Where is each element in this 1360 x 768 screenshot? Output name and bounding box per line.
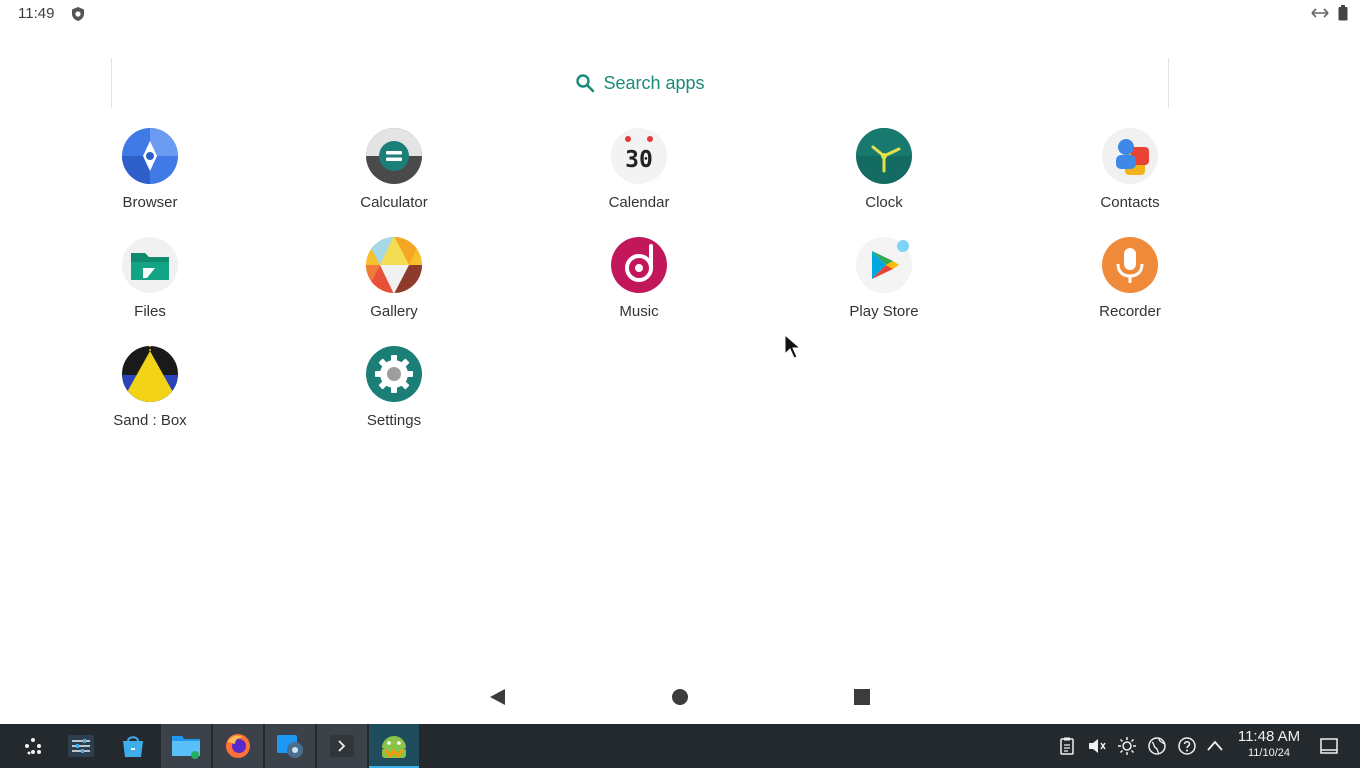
home-icon[interactable]	[671, 688, 689, 706]
volume-icon[interactable]	[1087, 736, 1107, 756]
file-manager-icon	[172, 736, 200, 759]
settings-icon	[366, 346, 422, 402]
clipboard-icon[interactable]	[1057, 736, 1077, 756]
search-icon	[576, 74, 595, 93]
firefox-icon	[226, 734, 250, 758]
app-label: Contacts	[1100, 194, 1160, 211]
discover-store-button[interactable]	[108, 724, 158, 768]
music-icon	[611, 237, 667, 293]
system-config-icon	[277, 735, 303, 758]
app-label: Files	[134, 303, 166, 320]
discover-store-icon	[123, 736, 143, 757]
app-contacts[interactable]: Contacts	[1055, 127, 1205, 211]
gallery-icon	[366, 237, 422, 293]
taskbar-clock[interactable]: 11:48 AM 11/10/24	[1230, 728, 1308, 760]
battery-icon	[1338, 5, 1348, 21]
search-label: Search apps	[603, 72, 705, 93]
shield-icon	[72, 7, 84, 21]
launcher-button[interactable]	[8, 724, 58, 768]
clock-time: 11:48 AM	[1237, 728, 1301, 745]
search-apps-bar[interactable]: Search apps	[111, 58, 1169, 108]
play-store-icon	[856, 237, 912, 293]
app-label: Calculator	[360, 194, 428, 211]
taskbar: 11:48 AM 11/10/24	[0, 724, 1360, 768]
mouse-pointer-icon	[784, 334, 802, 359]
app-label: Recorder	[1099, 303, 1161, 320]
calendar-day: 30	[625, 147, 653, 173]
files-icon	[122, 237, 178, 293]
app-label: Gallery	[370, 303, 418, 320]
app-calendar[interactable]: 30 Calendar	[564, 127, 714, 211]
app-settings[interactable]: Settings	[319, 345, 469, 429]
calendar-icon: 30	[611, 128, 667, 184]
app-gallery[interactable]: Gallery	[319, 236, 469, 320]
clock-icon	[856, 128, 912, 184]
app-label: Music	[619, 303, 659, 320]
app-label: Browser	[122, 194, 178, 211]
show-desktop-icon[interactable]	[1319, 736, 1339, 756]
system-settings-button[interactable]	[56, 724, 106, 768]
terminal-icon	[330, 735, 354, 757]
app-sandbox[interactable]: Sand : Box	[75, 345, 225, 429]
app-label: Play Store	[849, 303, 919, 320]
contacts-icon	[1102, 128, 1158, 184]
recorder-icon	[1102, 237, 1158, 293]
terminal-button[interactable]	[317, 724, 367, 768]
app-browser[interactable]: Browser	[75, 127, 225, 211]
system-config-button[interactable]	[265, 724, 315, 768]
launcher-icon	[25, 738, 41, 755]
app-label: Settings	[366, 412, 422, 429]
system-settings-icon	[68, 735, 94, 757]
app-calculator[interactable]: Calculator	[319, 127, 469, 211]
status-bar: 11:49	[0, 0, 1360, 28]
app-files[interactable]: Files	[75, 236, 225, 320]
app-label: Calendar	[608, 194, 670, 211]
app-label: Sand : Box	[113, 412, 187, 429]
firefox-button[interactable]	[213, 724, 263, 768]
recents-icon[interactable]	[853, 688, 871, 706]
sandbox-icon	[122, 346, 178, 402]
app-clock[interactable]: Clock	[809, 127, 959, 211]
browser-icon	[122, 128, 178, 184]
brightness-icon[interactable]	[1117, 736, 1137, 756]
network-icon[interactable]	[1147, 736, 1167, 756]
file-manager-button[interactable]	[161, 724, 211, 768]
clock-date: 11/10/24	[1247, 747, 1290, 759]
status-icons	[1310, 5, 1348, 21]
app-music[interactable]: Music	[564, 236, 714, 320]
calculator-icon	[366, 128, 422, 184]
waydroid-button[interactable]	[369, 724, 419, 768]
waydroid-icon	[382, 736, 406, 759]
link-icon	[1311, 8, 1329, 18]
help-icon[interactable]	[1177, 736, 1197, 756]
back-icon[interactable]	[488, 688, 506, 706]
app-play-store[interactable]: Play Store	[809, 236, 959, 320]
tray-expand-icon[interactable]	[1205, 736, 1225, 756]
status-time: 11:49	[18, 5, 55, 22]
app-label: Clock	[865, 194, 903, 211]
app-recorder[interactable]: Recorder	[1055, 236, 1205, 320]
